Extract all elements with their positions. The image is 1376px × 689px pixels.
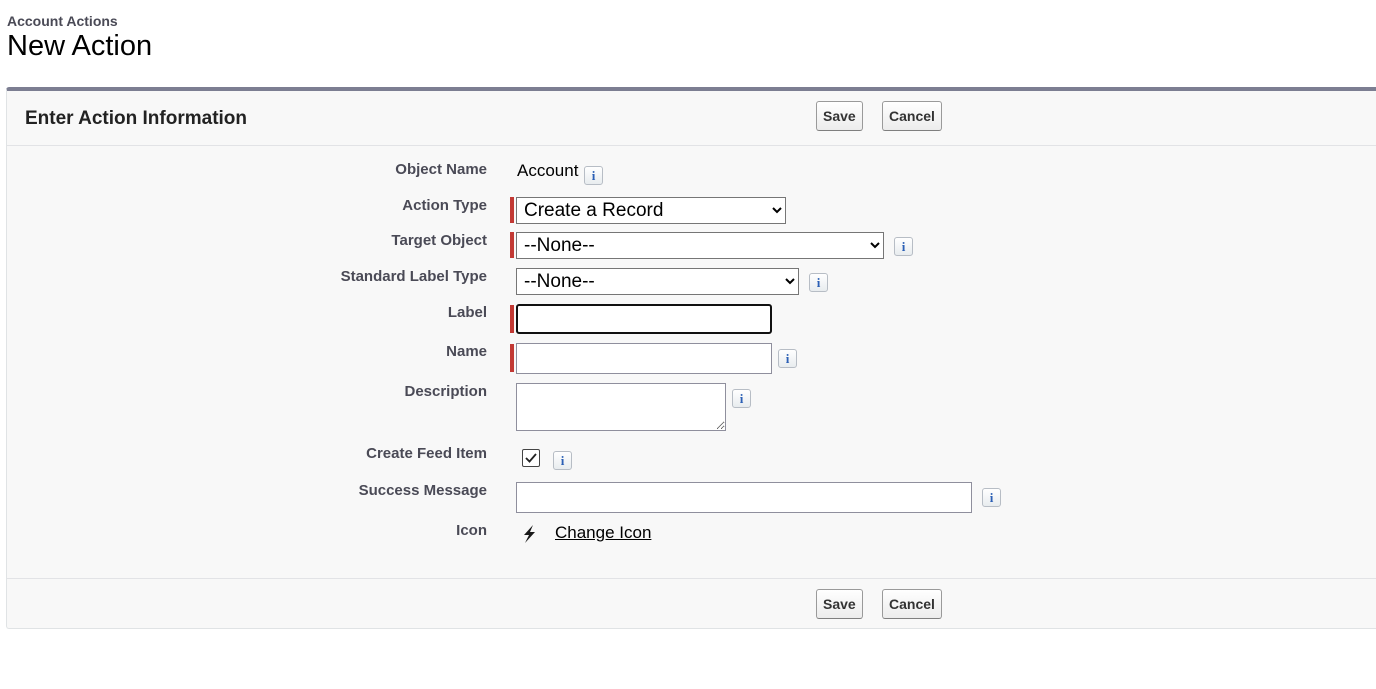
- required-marker: [510, 232, 514, 258]
- create-feed-item-checkbox[interactable]: [522, 449, 540, 467]
- required-marker: [510, 344, 514, 372]
- description-label: Description: [404, 383, 487, 400]
- breadcrumb[interactable]: Account Actions: [7, 13, 152, 29]
- target-object-label: Target Object: [391, 232, 487, 249]
- name-input[interactable]: [516, 343, 772, 374]
- info-icon[interactable]: i: [894, 237, 913, 256]
- standard-label-type-label: Standard Label Type: [340, 268, 487, 285]
- description-textarea[interactable]: [516, 383, 726, 431]
- change-icon-link[interactable]: Change Icon: [555, 523, 651, 543]
- info-icon[interactable]: i: [553, 451, 572, 470]
- page-header: Account Actions New Action: [7, 13, 152, 63]
- action-type-select[interactable]: Create a Record: [516, 197, 786, 224]
- panel-footer: Save Cancel: [7, 578, 1376, 628]
- label-field-label: Label: [447, 304, 487, 321]
- cancel-button-bottom[interactable]: Cancel: [882, 589, 942, 619]
- cancel-button-top[interactable]: Cancel: [882, 101, 942, 131]
- create-feed-item-label: Create Feed Item: [366, 445, 487, 462]
- required-marker: [510, 197, 514, 223]
- success-message-label: Success Message: [358, 482, 487, 499]
- object-name-value: Account: [517, 161, 579, 180]
- panel-header: Enter Action Information Save Cancel: [7, 91, 1376, 146]
- object-name-label: Object Name: [395, 161, 487, 178]
- info-icon[interactable]: i: [778, 349, 797, 368]
- lightning-bolt-icon: [524, 525, 535, 543]
- info-icon[interactable]: i: [584, 166, 603, 185]
- label-input[interactable]: [516, 304, 772, 334]
- save-button-bottom[interactable]: Save: [816, 589, 863, 619]
- standard-label-type-select[interactable]: --None--: [516, 268, 799, 295]
- section-title: Enter Action Information: [25, 108, 248, 129]
- save-button-top[interactable]: Save: [816, 101, 863, 131]
- icon-field-label: Icon: [456, 522, 487, 539]
- info-icon[interactable]: i: [809, 273, 828, 292]
- required-marker: [510, 305, 514, 333]
- name-field-label: Name: [446, 343, 487, 360]
- checkmark-icon: [525, 453, 537, 463]
- action-type-label: Action Type: [402, 197, 487, 214]
- success-message-input[interactable]: [516, 482, 972, 513]
- info-icon[interactable]: i: [982, 488, 1001, 507]
- info-icon[interactable]: i: [732, 389, 751, 408]
- target-object-select[interactable]: --None--: [516, 232, 884, 259]
- page-title: New Action: [7, 30, 153, 62]
